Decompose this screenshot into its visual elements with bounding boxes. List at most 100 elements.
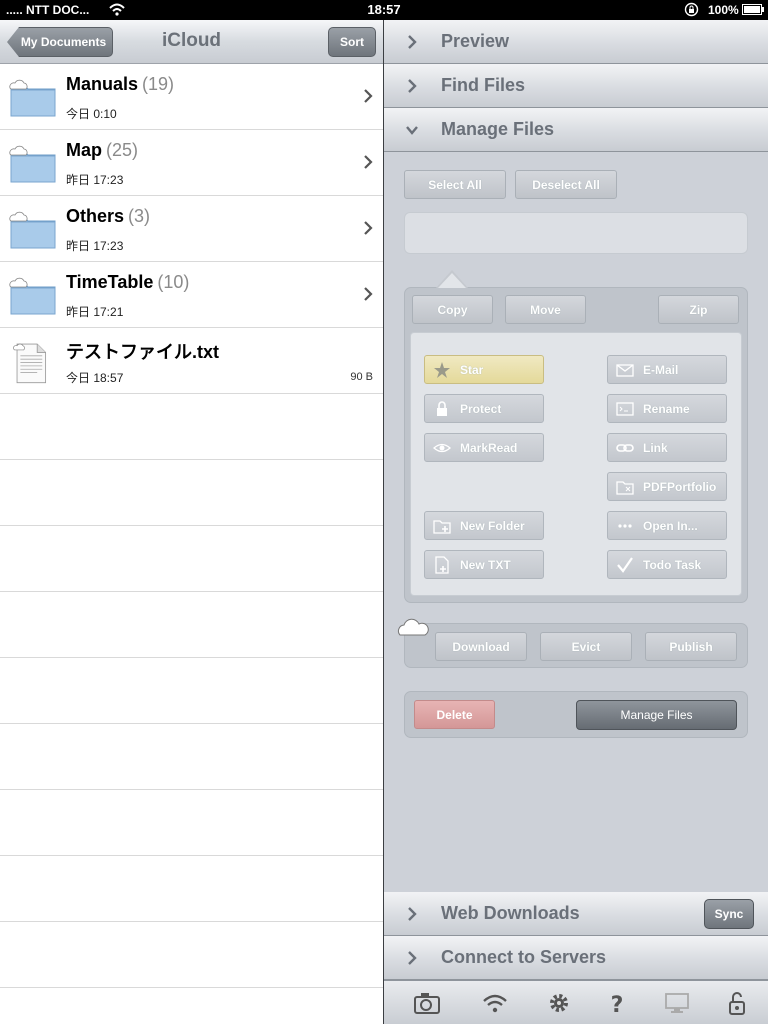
star-icon — [434, 362, 450, 378]
protect-button[interactable]: Protect — [424, 394, 544, 423]
open-in-label: Open In... — [643, 518, 698, 533]
rename-button[interactable]: Rename — [607, 394, 727, 423]
new-folder-button[interactable]: New Folder — [424, 511, 544, 540]
unlock-icon[interactable] — [723, 989, 751, 1017]
wifi-icon[interactable] — [481, 989, 509, 1017]
chevron-right-icon — [364, 287, 373, 301]
actions-grid: Star E-Mail Protect Rename MarkRead Link… — [410, 332, 742, 596]
markread-label: MarkRead — [460, 440, 518, 455]
empty-row — [0, 394, 383, 460]
item-date: 昨日 17:23 — [66, 239, 124, 253]
new-txt-button[interactable]: New TXT — [424, 550, 544, 579]
text-file-icon — [13, 343, 47, 384]
todo-task-button[interactable]: Todo Task — [607, 550, 727, 579]
deselect-all-button[interactable]: Deselect All — [515, 170, 617, 199]
list-item[interactable]: テストファイル.txt 今日 18:57 90 B — [0, 328, 383, 394]
checkmark-icon — [617, 557, 633, 573]
item-count: (19) — [142, 74, 175, 94]
sort-button[interactable]: Sort — [328, 27, 376, 57]
section-find-files[interactable]: Find Files — [384, 64, 768, 108]
evict-button[interactable]: Evict — [540, 632, 632, 661]
file-browser-pane: My Documents iCloud Sort Manuals (19) 今日 … — [0, 20, 383, 1024]
item-name: Map — [66, 140, 102, 160]
select-all-button[interactable]: Select All — [404, 170, 506, 199]
icloud-folder-icon — [9, 79, 56, 117]
rename-icon — [616, 402, 634, 416]
copy-button[interactable]: Copy — [412, 295, 493, 324]
new-folder-icon — [433, 520, 451, 534]
icloud-folder-icon — [9, 211, 56, 249]
file-list: Manuals (19) 今日 0:10 Map (25) 昨日 17:23 O… — [0, 64, 383, 988]
item-title: Map (25) — [66, 140, 138, 161]
panel-pointer-inner — [438, 273, 466, 288]
chevron-right-icon — [408, 907, 417, 921]
section-manage-files[interactable]: Manage Files — [384, 108, 768, 152]
left-nav-bar: My Documents iCloud Sort — [0, 20, 383, 64]
move-button[interactable]: Move — [505, 295, 586, 324]
item-date: 昨日 17:23 — [66, 173, 124, 187]
camera-icon[interactable] — [413, 989, 441, 1017]
section-label: Preview — [441, 31, 510, 51]
star-label: Star — [460, 362, 484, 377]
chevron-right-icon — [364, 89, 373, 103]
link-icon — [616, 444, 634, 452]
list-item[interactable]: Manuals (19) 今日 0:10 — [0, 64, 383, 130]
monitor-icon[interactable] — [663, 989, 691, 1017]
section-label: Find Files — [441, 75, 526, 95]
new-folder-label: New Folder — [460, 518, 525, 533]
list-item[interactable]: TimeTable (10) 昨日 17:21 — [0, 262, 383, 328]
section-connect-servers[interactable]: Connect to Servers — [384, 936, 768, 980]
chevron-right-icon — [408, 79, 417, 93]
item-size: 90 B — [350, 371, 373, 383]
item-date: 今日 0:10 — [66, 107, 117, 121]
todo-label: Todo Task — [643, 557, 702, 572]
item-date: 昨日 17:21 — [66, 305, 124, 319]
empty-row — [0, 460, 383, 526]
open-in-button[interactable]: Open In... — [607, 511, 727, 540]
item-date: 今日 18:57 — [66, 371, 124, 385]
icloud-folder-icon — [9, 277, 56, 315]
gear-icon[interactable] — [545, 989, 573, 1017]
icloud-folder-icon — [9, 145, 56, 183]
chevron-down-icon — [406, 126, 418, 135]
section-web-downloads[interactable]: Web Downloads Sync — [384, 892, 768, 936]
help-icon[interactable]: ? — [603, 989, 631, 1017]
list-item[interactable]: Map (25) 昨日 17:23 — [0, 130, 383, 196]
email-button[interactable]: E-Mail — [607, 355, 727, 384]
tools-pane: Preview Find Files Manage Files Select A… — [384, 20, 768, 1024]
list-item[interactable]: Others (3) 昨日 17:23 — [0, 196, 383, 262]
item-title: Others (3) — [66, 206, 150, 227]
battery-icon — [742, 4, 764, 15]
download-button[interactable]: Download — [435, 632, 527, 661]
item-title: テストファイル.txt — [66, 338, 219, 364]
sync-button[interactable]: Sync — [704, 899, 754, 929]
empty-row — [0, 658, 383, 724]
portfolio-icon — [616, 481, 634, 495]
star-button[interactable]: Star — [424, 355, 544, 384]
section-label: Web Downloads — [441, 903, 580, 923]
eye-icon — [433, 443, 451, 453]
item-name: TimeTable — [66, 272, 154, 292]
pdfportfolio-button[interactable]: PDFPortfolio — [607, 472, 727, 501]
empty-row — [0, 724, 383, 790]
empty-row — [0, 790, 383, 856]
manage-files-button[interactable]: Manage Files — [576, 700, 737, 730]
empty-row — [0, 856, 383, 922]
section-label: Connect to Servers — [441, 947, 607, 967]
section-preview[interactable]: Preview — [384, 20, 768, 64]
protect-label: Protect — [460, 401, 502, 416]
item-name: Others — [66, 206, 125, 226]
more-icon — [618, 524, 632, 528]
delete-button[interactable]: Delete — [414, 700, 495, 729]
new-txt-label: New TXT — [460, 557, 511, 572]
markread-button[interactable]: MarkRead — [424, 433, 544, 462]
app-root: ..... NTT DOC... 18:57 100% My Documents… — [0, 0, 768, 1024]
empty-row — [0, 526, 383, 592]
item-name: Manuals — [66, 74, 139, 94]
zip-button[interactable]: Zip — [658, 295, 739, 324]
publish-button[interactable]: Publish — [645, 632, 737, 661]
rename-label: Rename — [643, 401, 690, 416]
chevron-right-icon — [364, 221, 373, 235]
cloud-icon — [397, 618, 429, 636]
link-button[interactable]: Link — [607, 433, 727, 462]
